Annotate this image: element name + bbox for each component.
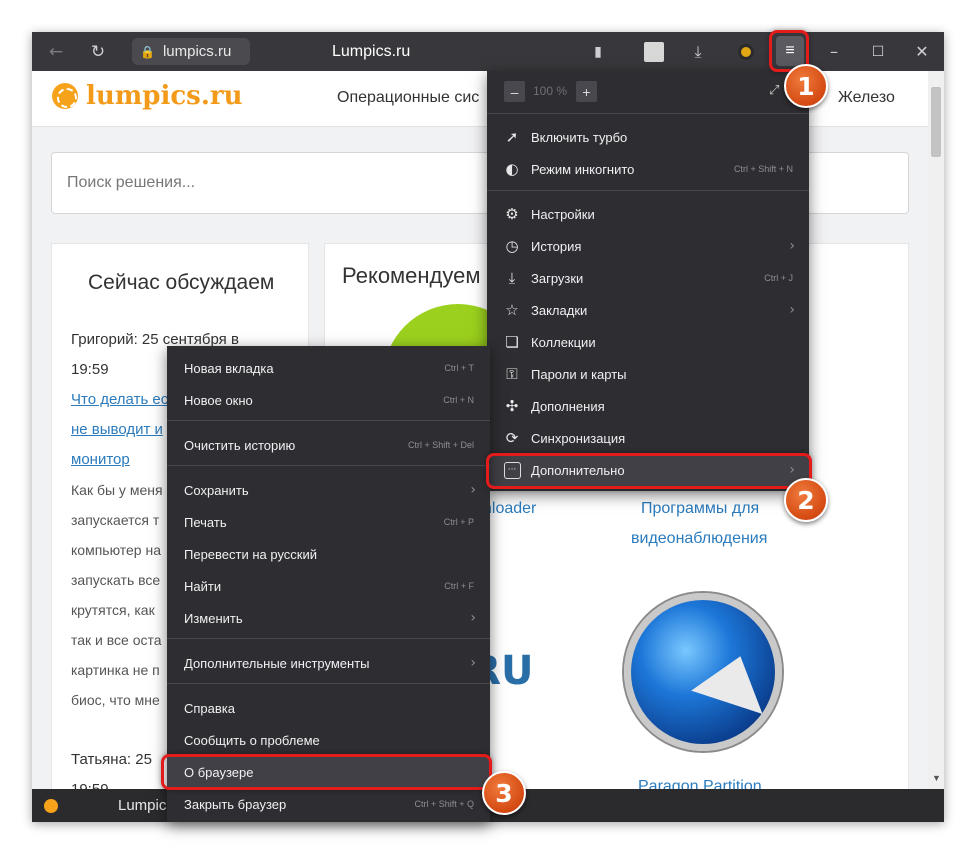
download-icon[interactable]: ⤓ — [686, 32, 710, 71]
comment-text: биос, что мне — [71, 692, 160, 708]
advanced-submenu: Новая вкладка Ctrl + T Новое окно Ctrl +… — [167, 346, 490, 822]
comment-time: 19:59 — [71, 361, 109, 378]
key-icon: ⚿ — [506, 365, 518, 383]
chevron-right-icon: › — [470, 482, 476, 498]
step-badge-2: 2 — [784, 478, 828, 522]
page-title: Lumpics.ru — [332, 43, 411, 60]
scrollbar[interactable]: ▼ — [928, 71, 944, 789]
comment-time: 19:59 — [71, 781, 109, 789]
tab-favicon-icon — [44, 799, 58, 813]
profile-icon[interactable] — [642, 32, 666, 71]
submenu-item-new-window[interactable]: Новое окно Ctrl + N — [167, 384, 490, 416]
menu-item-downloads[interactable]: ⤓ Загрузки Ctrl + J — [487, 262, 809, 294]
rocket-icon: ➚ — [505, 128, 519, 146]
recommend-link[interactable]: Программы для — [641, 500, 759, 518]
recommend-link[interactable]: видеонаблюдения — [631, 530, 767, 548]
puzzle-icon: ✣ — [505, 397, 519, 415]
highlight-about — [161, 754, 492, 790]
submenu-item-save[interactable]: Сохранить › — [167, 474, 490, 506]
comment-text: так и все оста — [71, 632, 162, 648]
chevron-right-icon: › — [470, 610, 476, 626]
star-icon: ☆ — [505, 301, 519, 319]
lock-icon: 🔒 — [140, 44, 155, 59]
comment-text: картинка не п — [71, 662, 160, 678]
comment-text: Как бы у меня — [71, 482, 163, 498]
menu-item-collections[interactable]: ❏ Коллекции — [487, 326, 809, 358]
comment-link[interactable]: Что делать ес — [71, 391, 168, 408]
mask-icon: ◐ — [505, 160, 519, 178]
comment-text: компьютер на — [71, 542, 161, 558]
main-menu: – 100 % + ⤢ ➚ Включить турбо ◐ Режим инк… — [487, 71, 809, 491]
submenu-item-close[interactable]: Закрыть браузер Ctrl + Shift + Q — [167, 788, 490, 820]
submenu-item-edit[interactable]: Изменить › — [167, 602, 490, 634]
menu-item-bookmarks[interactable]: ☆ Закладки › — [487, 294, 809, 326]
submenu-item-translate[interactable]: Перевести на русский — [167, 538, 490, 570]
gear-icon: ⚙ — [505, 205, 519, 223]
recommend-link[interactable]: nloader — [483, 500, 536, 518]
nav-hardware[interactable]: Железо — [838, 89, 895, 107]
comment-text: запускать все — [71, 572, 161, 588]
address-text: lumpics.ru — [162, 43, 232, 60]
maximize-icon[interactable]: ☐ — [866, 32, 890, 71]
bookmark-icon[interactable]: ▮ — [588, 32, 608, 71]
zoom-in-button[interactable]: + — [576, 81, 597, 102]
step-badge-3: 3 — [482, 771, 526, 815]
menu-item-incognito[interactable]: ◐ Режим инкогнито Ctrl + Shift + N — [487, 153, 809, 185]
nav-os[interactable]: Операционные сис — [337, 89, 479, 107]
close-icon[interactable]: ✕ — [910, 32, 934, 71]
comment-text: крутятся, как — [71, 602, 155, 618]
menu-item-passwords[interactable]: ⚿ Пароли и карты — [487, 358, 809, 390]
submenu-item-report[interactable]: Сообщить о проблеме — [167, 724, 490, 756]
zoom-value: 100 % — [533, 84, 568, 98]
reload-icon[interactable]: ↻ — [84, 32, 112, 71]
comment-author: Татьяна: 25 — [71, 751, 152, 768]
submenu-item-new-tab[interactable]: Новая вкладка Ctrl + T — [167, 352, 490, 384]
discuss-title: Сейчас обсуждаем — [88, 271, 275, 294]
comment-link[interactable]: не выводит и — [71, 421, 163, 438]
address-bar[interactable]: 🔒 lumpics.ru — [132, 38, 250, 65]
collections-icon: ❏ — [505, 333, 519, 351]
submenu-item-help[interactable]: Справка — [167, 692, 490, 724]
paragon-image[interactable] — [624, 593, 782, 751]
minimize-icon[interactable]: – — [822, 32, 846, 71]
submenu-item-dev-tools[interactable]: Дополнительные инструменты › — [167, 647, 490, 679]
chevron-right-icon: › — [789, 302, 795, 318]
zoom-out-button[interactable]: – — [504, 81, 525, 102]
comment-text: запускается т — [71, 512, 160, 528]
sync-icon: ⟳ — [505, 429, 519, 447]
menu-item-turbo[interactable]: ➚ Включить турбо — [487, 121, 809, 153]
menu-item-extensions[interactable]: ✣ Дополнения — [487, 390, 809, 422]
protect-icon[interactable] — [734, 32, 758, 71]
recommend-title: Рекомендуем — [342, 263, 481, 288]
menu-item-settings[interactable]: ⚙ Настройки — [487, 198, 809, 230]
scrollbar-thumb[interactable] — [931, 87, 941, 157]
scroll-down-icon[interactable]: ▼ — [932, 773, 941, 783]
fullscreen-icon[interactable]: ⤢ — [769, 83, 779, 98]
back-icon[interactable]: ← — [42, 32, 70, 71]
site-logo[interactable]: lumpics.ru — [86, 81, 242, 111]
chevron-right-icon: › — [470, 655, 476, 671]
submenu-item-print[interactable]: Печать Ctrl + P — [167, 506, 490, 538]
tab-title[interactable]: Lumpics — [118, 797, 174, 814]
comment-link[interactable]: монитор — [71, 451, 130, 468]
download-icon: ⤓ — [508, 269, 516, 287]
submenu-item-clear-history[interactable]: Очистить историю Ctrl + Shift + Del — [167, 429, 490, 461]
menu-item-sync[interactable]: ⟳ Синхронизация — [487, 422, 809, 454]
recommend-link[interactable]: Paragon Partition — [638, 778, 762, 789]
submenu-item-find[interactable]: Найти Ctrl + F — [167, 570, 490, 602]
highlight-advanced — [486, 453, 812, 489]
logo-icon[interactable] — [52, 83, 78, 109]
menu-item-history[interactable]: ◷ История › — [487, 230, 809, 262]
clock-icon: ◷ — [505, 237, 519, 255]
step-badge-1: 1 — [784, 64, 828, 108]
chevron-right-icon: › — [789, 238, 795, 254]
